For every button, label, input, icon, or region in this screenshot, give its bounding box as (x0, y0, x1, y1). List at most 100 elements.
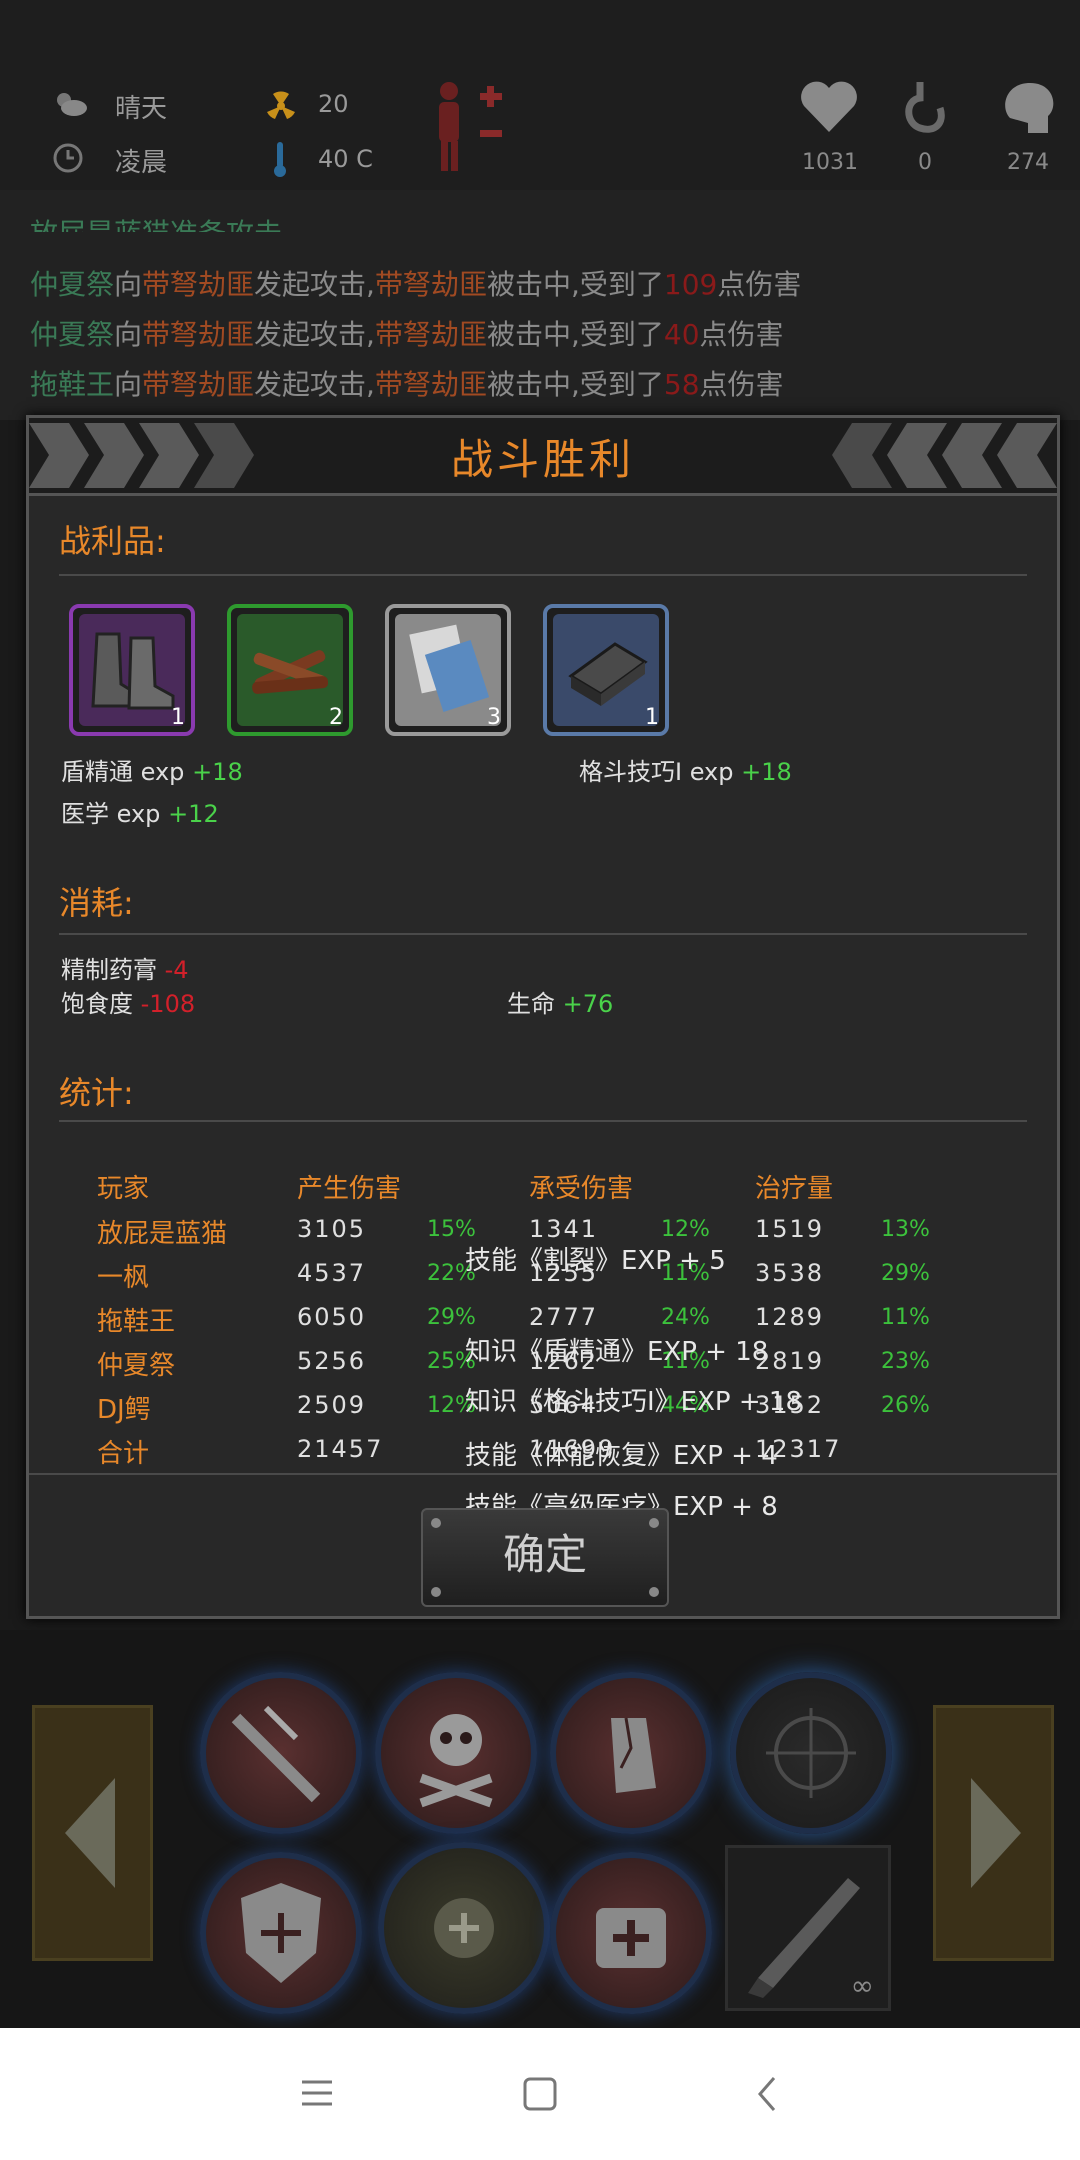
divider (59, 574, 1027, 576)
log-line: 仲夏祭向带弩劫匪发起攻击,带弩劫匪被击中,受到了109点伤害 (30, 268, 802, 301)
screw-decoration (649, 1587, 659, 1597)
shatter-button[interactable] (550, 1672, 712, 1834)
shield-icon (241, 1883, 321, 1983)
sanity-value: 274 (1007, 150, 1049, 175)
thermometer-icon (270, 140, 290, 178)
status-bar: 晴天 凌晨 20 40 C 1031 0 274 (0, 0, 1080, 192)
damage-value: 6050 (297, 1303, 367, 1331)
screw-decoration (431, 1587, 441, 1597)
home-icon[interactable] (522, 2076, 558, 2112)
menu-icon[interactable] (300, 2076, 334, 2110)
table-header-taken: 承受伤害 (529, 1174, 634, 1204)
screw-decoration (649, 1518, 659, 1528)
weapon-durability: ∞ (850, 1969, 874, 2002)
skill-exp-popup: 知识《盾精通》EXP + 18 (465, 1337, 769, 1367)
next-page-button[interactable] (933, 1705, 1054, 1961)
weather-sun-icon (52, 88, 88, 118)
arrow-left-icon (65, 1778, 115, 1888)
taken-value: 2777 (529, 1303, 599, 1331)
damage-pct: 15% (427, 1217, 476, 1242)
medkit-button[interactable] (550, 1852, 712, 2014)
firewood-icon (237, 614, 343, 726)
loot-title: 战利品: (59, 522, 166, 560)
heal-pct: 11% (881, 1305, 930, 1330)
stats-title: 统计: (59, 1074, 134, 1112)
taken-pct: 24% (661, 1305, 710, 1330)
heal-pct: 29% (881, 1261, 930, 1286)
loot-slot[interactable]: 1 (543, 604, 669, 736)
log-line-partial: 放屁是蓝猫准备攻击 (30, 212, 282, 232)
hunger-value: 0 (918, 150, 932, 175)
consume-line: 精制药膏 -4 (61, 956, 189, 984)
table-header-damage: 产生伤害 (297, 1174, 402, 1204)
table-header-player: 玩家 (97, 1174, 150, 1204)
skill-exp-popup: 技能《体能恢复》EXP + 4 (465, 1441, 778, 1471)
back-icon[interactable] (752, 2074, 782, 2114)
heal-value: 3538 (755, 1259, 825, 1287)
heal-group-icon (434, 1898, 494, 1958)
aim-button[interactable] (730, 1672, 892, 1834)
metal-bar-icon (553, 614, 659, 726)
clock-icon (52, 142, 84, 174)
combat-log[interactable]: 放屁是蓝猫准备攻击 仲夏祭向带弩劫匪发起攻击,带弩劫匪被击中,受到了109点伤害… (0, 190, 1080, 420)
loot-count: 1 (645, 705, 659, 730)
loot-count: 2 (329, 705, 343, 730)
player-name: 仲夏祭 (97, 1351, 176, 1381)
divider (59, 1120, 1027, 1122)
boots-icon (79, 614, 185, 726)
loot-slot[interactable]: 2 (227, 604, 353, 736)
player-name: DJ鳄 (97, 1395, 151, 1425)
weapon-slot[interactable]: ∞ (725, 1845, 891, 2011)
screw-decoration (431, 1518, 441, 1528)
player-name: 一枫 (97, 1263, 150, 1293)
skill-exp-popup: 知识《格斗技巧Ⅰ》EXP + 18 (465, 1387, 802, 1417)
player-name: 拖鞋王 (97, 1307, 176, 1337)
loot-count: 1 (171, 705, 185, 730)
crosshair-icon (766, 1708, 856, 1798)
heal-value: 1519 (755, 1215, 825, 1243)
damage-value: 5256 (297, 1347, 367, 1375)
time-of-day-text: 凌晨 (115, 148, 168, 178)
group-heal-button[interactable] (378, 1842, 550, 2014)
heal-pct: 26% (881, 1393, 930, 1418)
taken-value: 1341 (529, 1215, 599, 1243)
temperature-value: 40 C (318, 145, 373, 173)
poison-attack-button[interactable] (375, 1672, 537, 1834)
table-header-heal: 治疗量 (755, 1174, 834, 1204)
log-line: 仲夏祭向带弩劫匪发起攻击,带弩劫匪被击中,受到了40点伤害 (30, 318, 784, 351)
shatter-icon (611, 1717, 656, 1793)
system-nav-bar (0, 2028, 1080, 2160)
player-name: 放屁是蓝猫 (97, 1219, 228, 1249)
heal-pct: 13% (881, 1217, 930, 1242)
loot-slot[interactable]: 1 (69, 604, 195, 736)
taken-pct: 12% (661, 1217, 710, 1242)
heart-icon (800, 80, 858, 134)
brain-icon (1000, 78, 1058, 138)
confirm-button[interactable]: 确定 (421, 1508, 669, 1607)
total-damage: 21457 (297, 1435, 384, 1463)
loot-slot[interactable]: 3 (385, 604, 511, 736)
consume-line: 生命 +76 (507, 990, 614, 1018)
attack-slash-button[interactable] (200, 1672, 362, 1834)
health-value: 1031 (802, 150, 858, 175)
heal-pct: 23% (881, 1349, 930, 1374)
defend-button[interactable] (200, 1852, 362, 2014)
divider (29, 1473, 1057, 1475)
dialog-header: 战斗胜利 (29, 418, 1057, 496)
dialog-title: 战斗胜利 (450, 435, 635, 484)
consume-title: 消耗: (59, 884, 134, 922)
skull-crossbones-icon (419, 1714, 493, 1808)
total-label: 合计 (97, 1439, 150, 1469)
action-panel: ∞ (0, 1630, 1080, 2028)
damage-value: 3105 (297, 1215, 367, 1243)
radiation-icon (265, 90, 297, 122)
skill-exp-popup: 技能《割裂》EXP + 5 (465, 1246, 726, 1276)
arrow-right-icon (971, 1778, 1021, 1888)
prev-page-button[interactable] (32, 1705, 153, 1961)
victory-dialog: 战斗胜利 战利品: 1 2 3 1 盾精通 exp +18 格斗技巧Ⅰ exp … (26, 415, 1060, 1619)
damage-value: 2509 (297, 1391, 367, 1419)
weather-text: 晴天 (115, 94, 168, 124)
body-status-icon[interactable] (425, 75, 505, 175)
loot-count: 3 (487, 705, 501, 730)
exp-line: 格斗技巧Ⅰ exp +18 (579, 758, 792, 786)
